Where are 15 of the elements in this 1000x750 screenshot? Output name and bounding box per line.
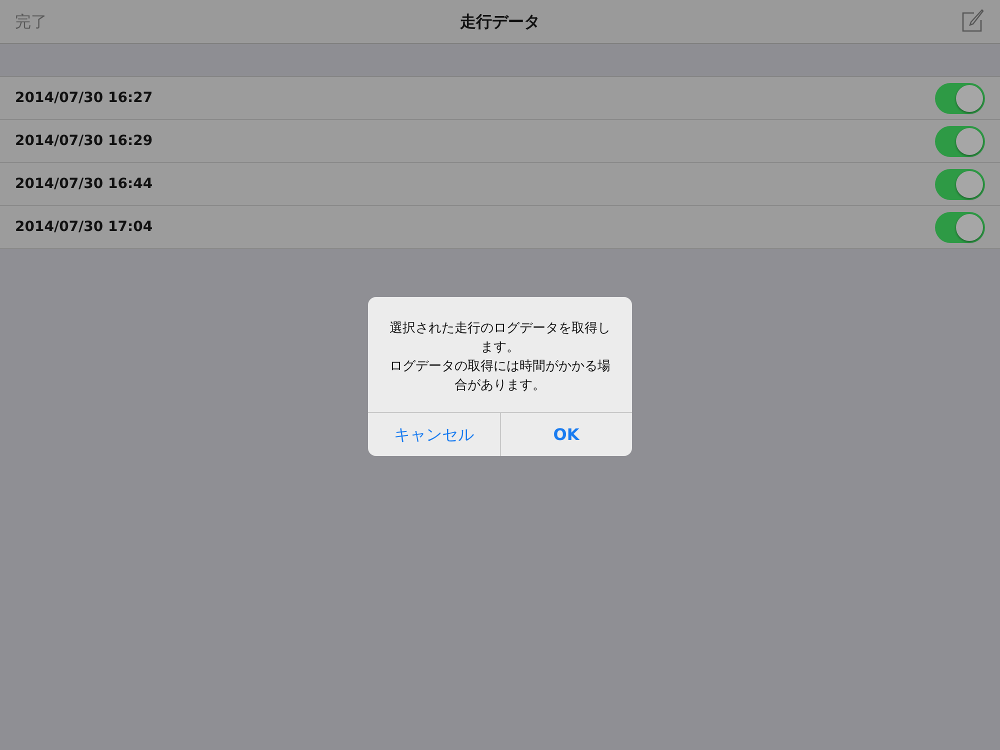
row-label: 2014/07/30 16:27: [15, 88, 153, 108]
row-label: 2014/07/30 16:29: [15, 132, 153, 150]
nav-title: 走行データ: [460, 11, 540, 33]
toggle-switch[interactable]: [935, 126, 985, 156]
row-label: 2014/07/30 17:04: [15, 218, 153, 236]
row-label: 2014/07/30 16:44: [15, 174, 153, 194]
done-button[interactable]: 完了: [15, 10, 47, 34]
alert-message: 選択された走行のログデータを取得します。: [388, 320, 612, 357]
compose-icon[interactable]: [960, 9, 984, 33]
toggle-switch[interactable]: [935, 212, 985, 242]
toggle-switch[interactable]: [935, 168, 985, 200]
ok-button[interactable]: OK: [500, 413, 632, 456]
toggle-switch[interactable]: [935, 82, 985, 114]
alert-message: ログデータの取得には時間がかかる場合があります。: [388, 358, 612, 395]
cancel-button[interactable]: キャンセル: [368, 413, 500, 456]
